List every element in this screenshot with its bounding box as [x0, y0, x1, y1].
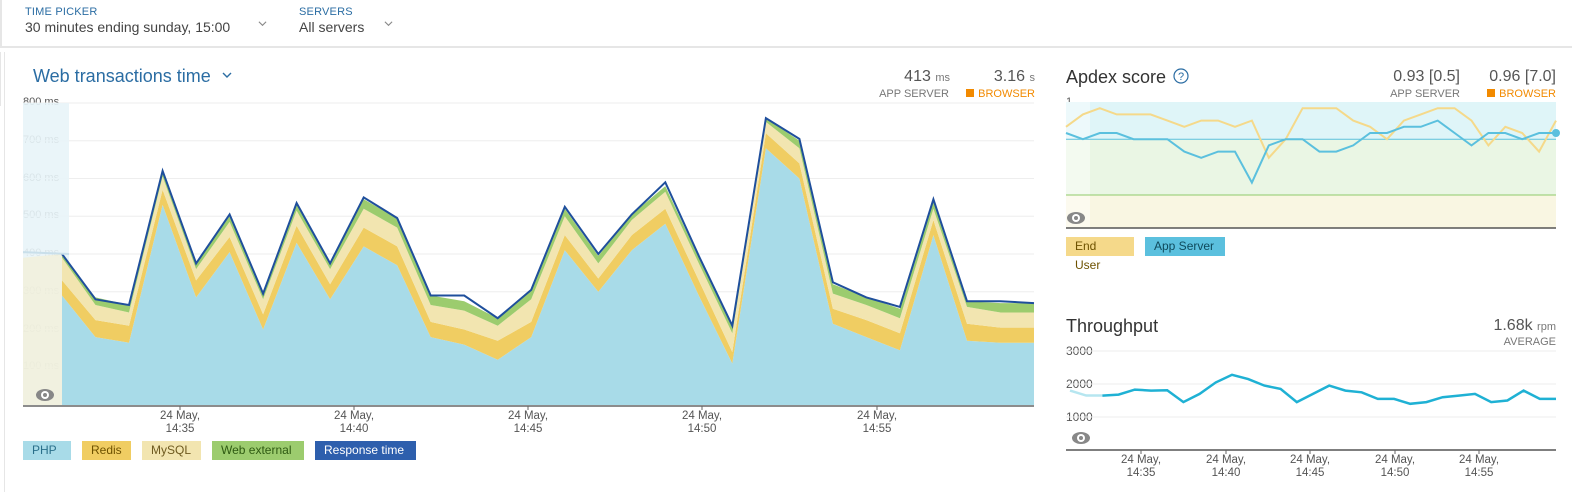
x-tick-time: 14:45	[1295, 467, 1325, 479]
x-tick-time: 14:55	[1464, 467, 1494, 479]
x-tick-time: 14:50	[1380, 467, 1410, 479]
x-tick-time: 14:40	[1211, 467, 1241, 479]
throughput-chart	[1066, 350, 1556, 454]
x-tick-date: 24 May,	[1205, 454, 1247, 466]
throughput-line	[1102, 373, 1556, 406]
x-tick-time: 14:35	[1126, 467, 1156, 479]
x-tick-date: 24 May,	[1458, 454, 1500, 466]
x-tick-label: 24 May, 14:40	[1186, 454, 1266, 480]
throughput-line-faded	[1069, 389, 1103, 397]
x-tick-label: 24 May, 14:55	[1439, 454, 1519, 480]
x-tick-date: 24 May,	[1374, 454, 1416, 466]
eye-icon[interactable]	[1072, 432, 1090, 444]
x-tick-date: 24 May,	[1289, 454, 1331, 466]
x-tick-date: 24 May,	[1120, 454, 1162, 466]
x-tick-label: 24 May, 14:35	[1101, 454, 1181, 480]
x-tick-label: 24 May, 14:45	[1270, 454, 1350, 480]
x-tick-label: 24 May, 14:50	[1355, 454, 1435, 480]
